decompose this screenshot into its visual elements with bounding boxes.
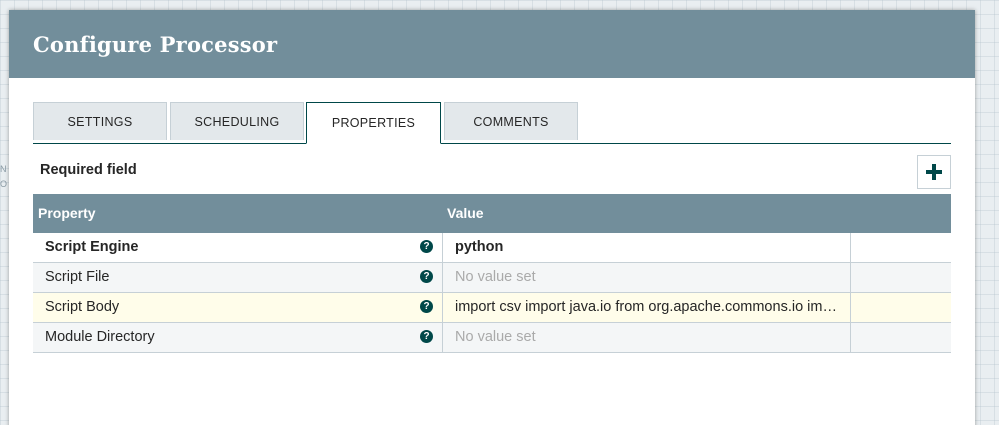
tab-comments[interactable]: COMMENTS: [444, 102, 578, 140]
dialog-title: Configure Processor: [33, 31, 278, 57]
properties-table: Property Value Script Engine ? python Sc…: [33, 194, 951, 353]
tab-properties[interactable]: PROPERTIES: [306, 102, 441, 144]
column-header-property[interactable]: Property: [38, 205, 96, 221]
property-value[interactable]: python: [455, 239, 847, 255]
table-header: Property Value: [33, 194, 951, 233]
table-row[interactable]: Script Engine ? python: [33, 233, 951, 263]
property-value[interactable]: import csv import java.io from org.apach…: [455, 299, 847, 315]
help-icon[interactable]: ?: [420, 270, 433, 283]
required-field-label: Required field: [40, 162, 137, 178]
tab-scheduling[interactable]: SCHEDULING: [170, 102, 304, 140]
canvas-fragment-text: N: [0, 164, 7, 174]
canvas-background-fragment: N O: [0, 162, 7, 192]
add-property-button[interactable]: [917, 155, 951, 189]
property-value[interactable]: No value set: [455, 269, 847, 285]
canvas-fragment-text: O: [0, 179, 8, 189]
column-divider: [850, 293, 851, 322]
tab-settings[interactable]: SETTINGS: [33, 102, 167, 140]
column-divider: [442, 233, 443, 262]
column-divider: [850, 233, 851, 262]
column-header-value[interactable]: Value: [447, 205, 484, 221]
plus-icon: [926, 164, 942, 180]
column-divider: [442, 263, 443, 292]
help-icon[interactable]: ?: [420, 300, 433, 313]
dialog-header: Configure Processor: [9, 10, 975, 78]
column-divider: [850, 323, 851, 352]
help-icon[interactable]: ?: [420, 330, 433, 343]
table-row[interactable]: Module Directory ? No value set: [33, 323, 951, 353]
property-name: Script Body: [45, 299, 120, 315]
property-name: Script File: [45, 269, 110, 285]
configure-processor-dialog: Configure Processor SETTINGS SCHEDULING …: [9, 10, 975, 425]
table-row[interactable]: Script Body ? import csv import java.io …: [33, 293, 951, 323]
column-divider: [442, 323, 443, 352]
tab-bar: SETTINGS SCHEDULING PROPERTIES COMMENTS: [33, 102, 951, 144]
table-row[interactable]: Script File ? No value set: [33, 263, 951, 293]
property-name: Module Directory: [45, 329, 155, 345]
column-divider: [442, 293, 443, 322]
column-divider: [850, 263, 851, 292]
property-name: Script Engine: [45, 239, 139, 255]
property-value[interactable]: No value set: [455, 329, 847, 345]
help-icon[interactable]: ?: [420, 240, 433, 253]
